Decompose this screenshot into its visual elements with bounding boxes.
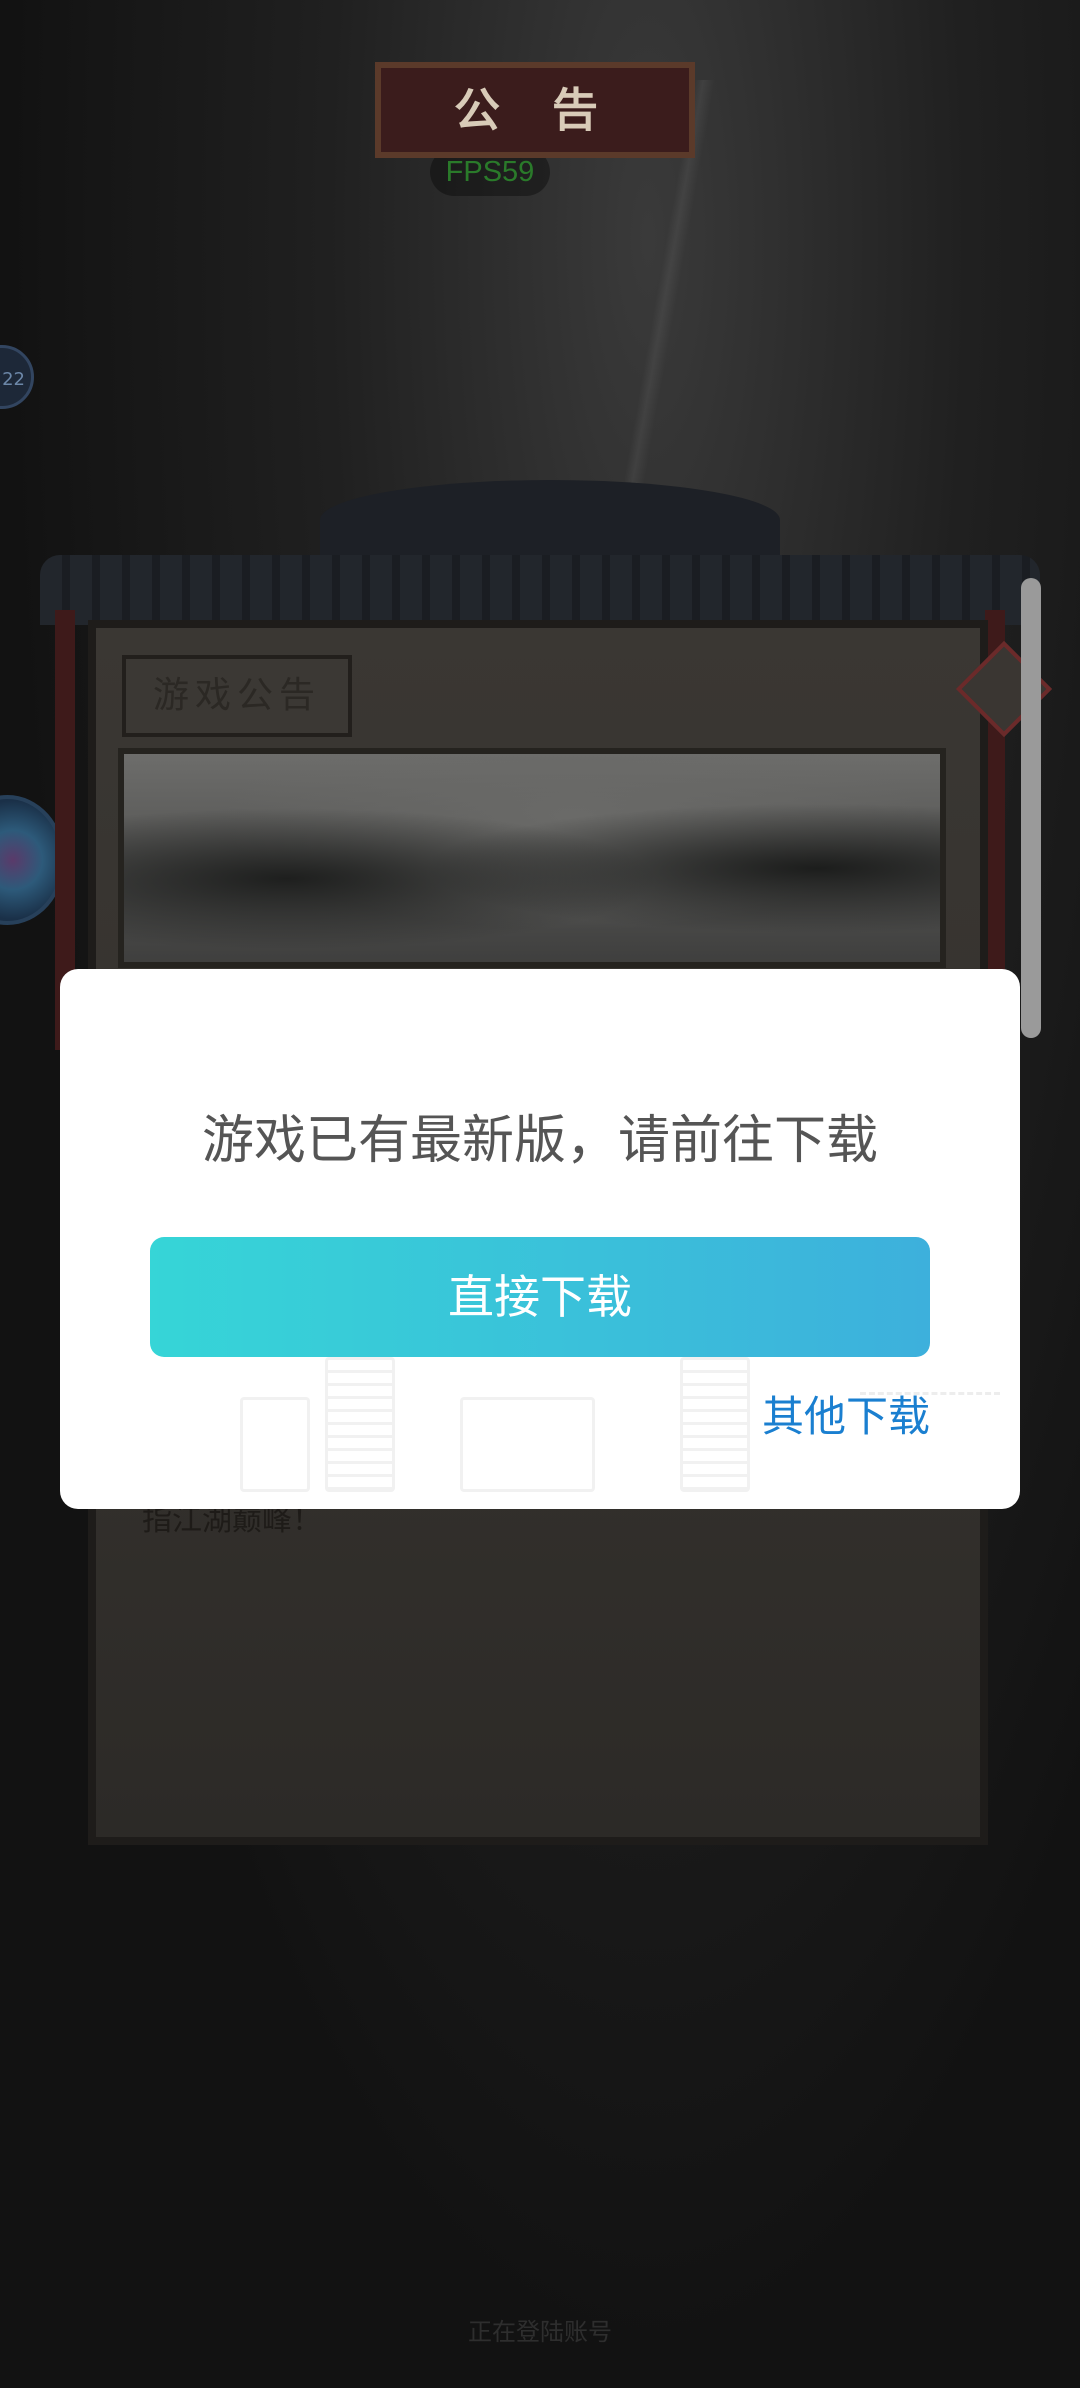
announcement-tag: 游戏公告 (122, 655, 352, 737)
board-roof (20, 470, 1060, 640)
ink-landscape-image (118, 748, 946, 968)
login-status-text: 正在登陆账号 (468, 2318, 612, 2346)
roof-ridge (320, 480, 780, 560)
update-dialog: 游戏已有最新版，请前往下载 直接下载 其他下载 (60, 969, 1020, 1509)
other-download-link[interactable]: 其他下载 (750, 1387, 930, 1447)
scrollbar[interactable] (1021, 578, 1041, 1038)
board-title-plaque: 公 告 (375, 62, 695, 158)
direct-download-button[interactable]: 直接下载 (150, 1237, 930, 1357)
roof-tiles (40, 555, 1040, 625)
dialog-message: 游戏已有最新版，请前往下载 (201, 1111, 878, 1171)
